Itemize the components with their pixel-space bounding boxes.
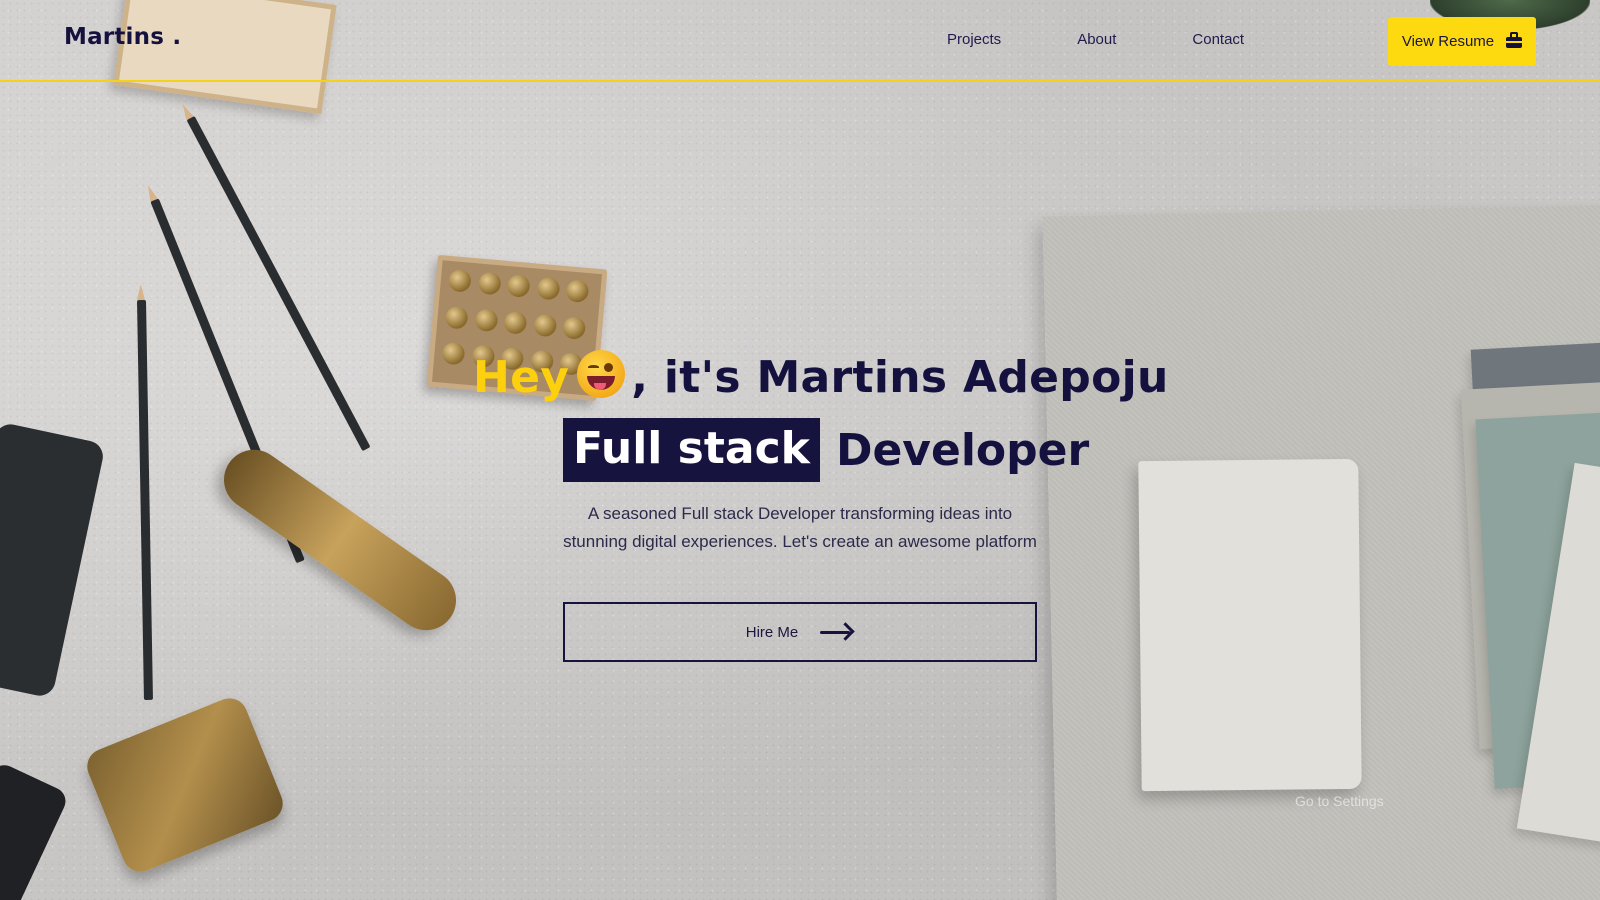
push-pin [506,274,531,298]
site-logo[interactable]: Martins . [64,24,181,50]
push-pin [477,271,502,296]
nav-link-projects[interactable]: Projects [947,31,1001,48]
winking-tongue-face-icon [577,350,626,398]
hire-me-label: Hire Me [745,623,799,641]
push-pin [562,315,587,340]
role-heading: Full stack Developer [563,418,1089,482]
greeting-text: Hey [473,352,570,403]
logo-text: Martins [64,24,165,50]
role-highlight: Full stack [563,418,820,482]
hire-me-button[interactable]: Hire Me [563,602,1037,662]
notebook [1138,458,1362,792]
push-pin [474,308,499,332]
hero-heading: Hey , it's Martins Adepoju [473,350,1173,403]
activation-watermark: Go to Settings [1295,793,1384,809]
push-pin [565,279,590,304]
arrow-right-icon [820,622,855,641]
view-resume-label: View Resume [1401,33,1495,50]
hero-description: A seasoned Full stack Developer transfor… [563,504,1037,551]
push-pin [536,276,561,301]
site-header: Martins . Projects About Contact View Re… [0,0,1600,82]
push-pin [533,313,558,338]
role-text: Developer [835,424,1090,476]
nav-link-about[interactable]: About [1077,31,1116,48]
intro-name-text: , it's Martins Adepoju [631,352,1169,403]
push-pin [441,341,466,366]
push-pin [444,305,469,330]
nav-link-contact[interactable]: Contact [1192,31,1244,48]
briefcase-icon [1506,32,1523,48]
push-pin [447,268,472,293]
push-pin [503,310,528,335]
main-nav: Projects About Contact [947,31,1320,48]
view-resume-button[interactable]: View Resume [1388,17,1536,66]
logo-dot: . [172,24,182,50]
